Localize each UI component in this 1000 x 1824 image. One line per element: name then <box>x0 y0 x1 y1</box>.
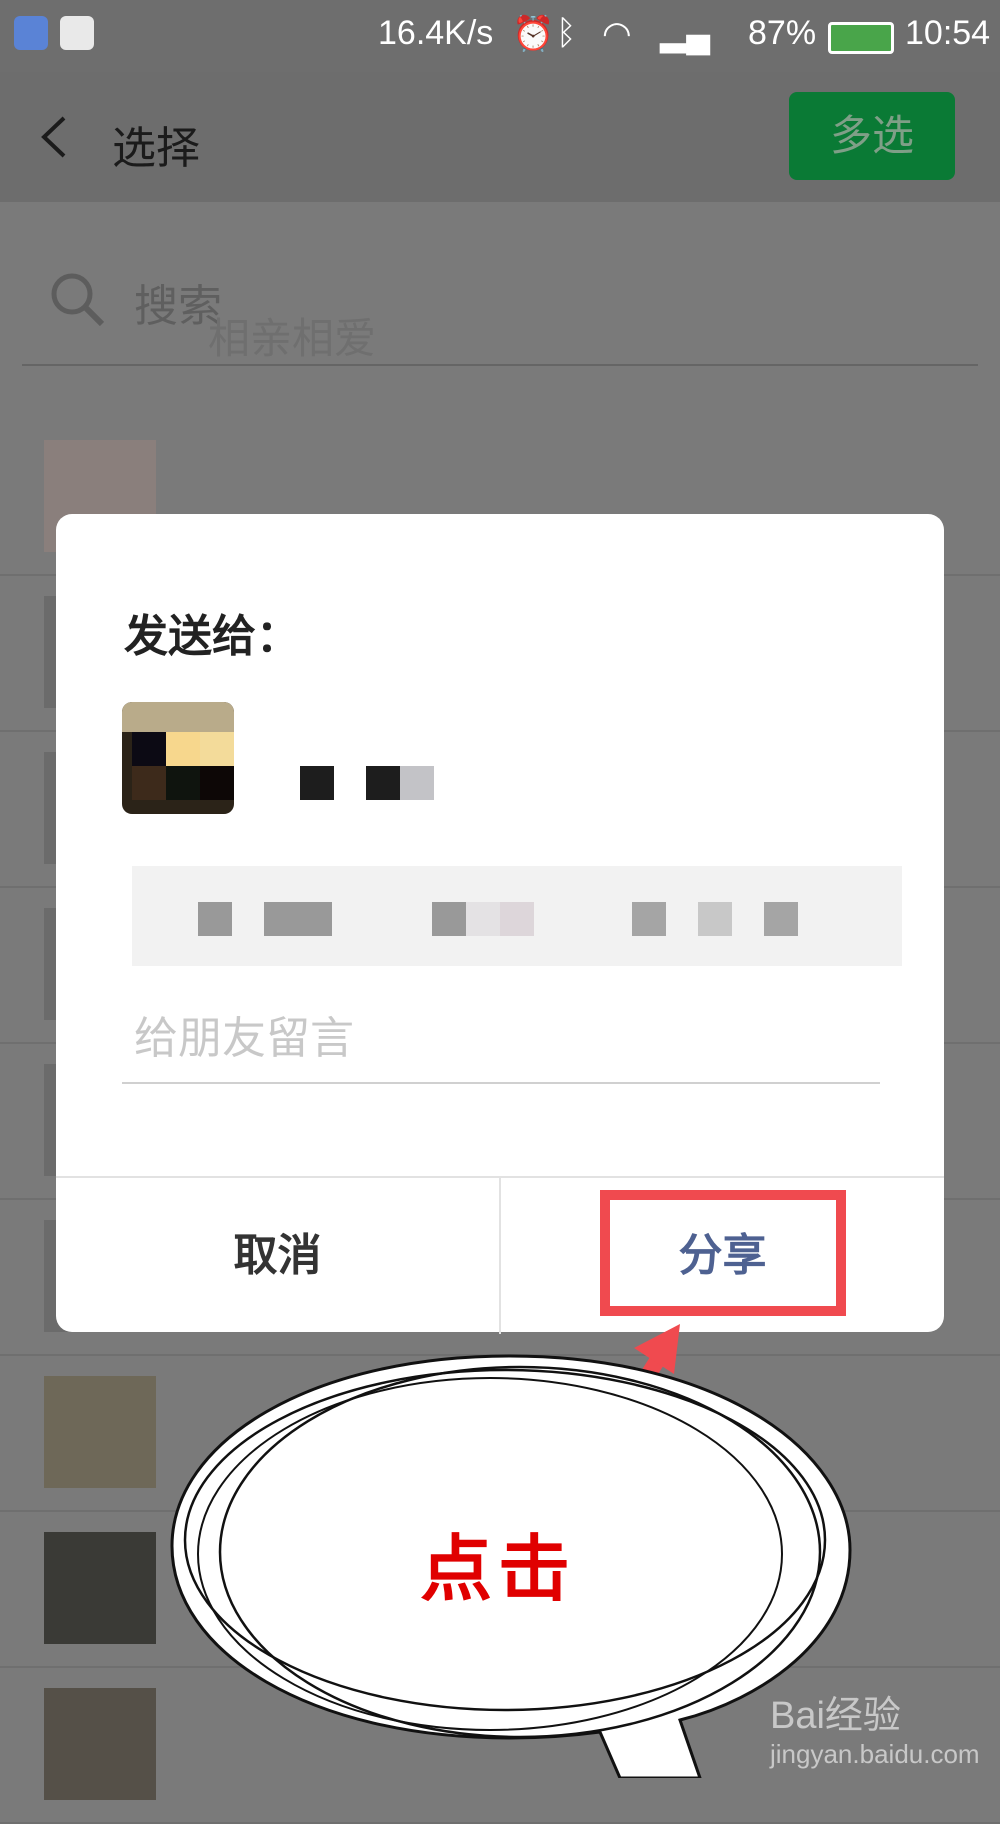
group-name-ghost: 相亲相爱 <box>208 314 377 363</box>
clock: 10:54 <box>905 14 991 52</box>
shared-content-preview <box>132 866 902 966</box>
watermark-url: jingyan.baidu.com <box>770 1739 980 1769</box>
avatar <box>44 1688 156 1800</box>
baidu-watermark: Bai经验 jingyan.baidu.com <box>770 1684 980 1770</box>
search-bar[interactable]: 搜索 <box>22 240 978 366</box>
app-header: 选择 多选 <box>0 72 1000 202</box>
shield-icon <box>14 16 48 50</box>
multi-select-button[interactable]: 多选 <box>789 92 955 180</box>
back-arrow-icon[interactable] <box>30 110 84 164</box>
qq-icon <box>60 16 94 50</box>
signal-icon: ▂▄ <box>660 15 711 53</box>
page-title: 选择 <box>112 123 200 174</box>
click-annotation: 点击 <box>420 1527 577 1611</box>
watermark-brand: Bai经验 <box>770 1695 901 1737</box>
wifi-icon: ◠ <box>602 15 632 53</box>
search-icon <box>51 273 105 327</box>
avatar <box>44 1532 156 1644</box>
alarm-icon: ⏰ <box>512 15 555 53</box>
battery-percent: 87% <box>748 14 817 52</box>
avatar <box>44 1376 156 1488</box>
status-bar: 16.4K/s ⏰ ᛒ ◠ ▂▄ 87% 10:54 <box>0 0 1000 72</box>
message-input[interactable] <box>122 994 880 1084</box>
recipient-avatar <box>122 702 234 814</box>
share-highlight-box <box>600 1190 846 1316</box>
send-to-label: 发送给： <box>124 611 300 662</box>
cancel-button[interactable]: 取消 <box>56 1178 501 1334</box>
bluetooth-icon: ᛒ <box>556 14 577 52</box>
network-speed: 16.4K/s <box>378 14 494 52</box>
battery-icon <box>828 22 894 54</box>
